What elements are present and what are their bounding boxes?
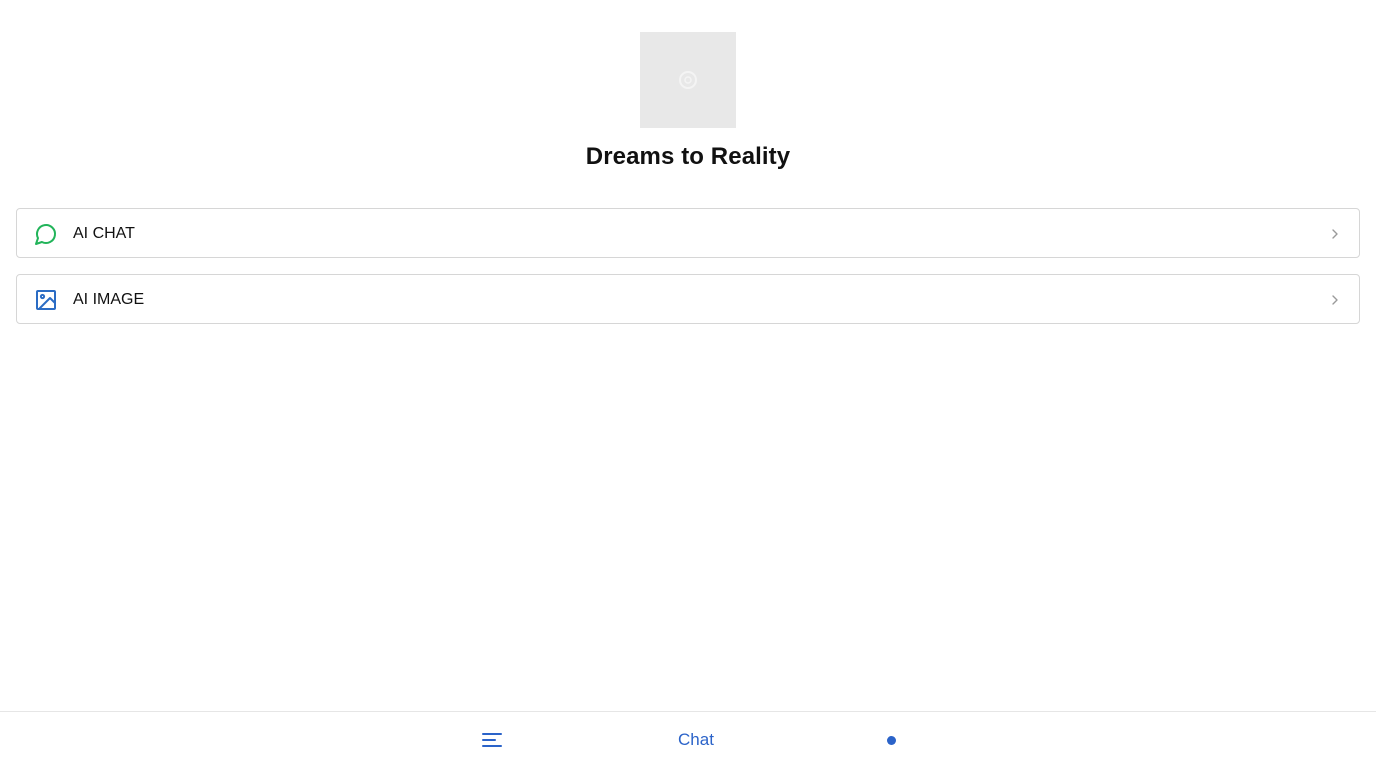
chevron-right-icon bbox=[1329, 226, 1341, 242]
app-title: Dreams to Reality bbox=[585, 143, 791, 170]
app-logo bbox=[640, 32, 736, 128]
chat-nav-button[interactable]: Chat bbox=[660, 730, 732, 750]
menu-item-ai-chat[interactable]: AI CHAT bbox=[16, 208, 1360, 258]
menu-item-label: AI IMAGE bbox=[73, 291, 145, 308]
chevron-right-icon bbox=[1329, 292, 1341, 308]
image-icon bbox=[34, 288, 58, 312]
bottom-navigation-bar: Chat bbox=[0, 711, 1376, 768]
menu-item-label: AI CHAT bbox=[73, 225, 135, 242]
status-dot-icon[interactable] bbox=[887, 736, 896, 745]
app-page: Dreams to Reality AI CHAT AI IMAGE Chat bbox=[0, 0, 1376, 768]
menu-item-ai-image[interactable]: AI IMAGE bbox=[16, 274, 1360, 324]
loading-placeholder-icon bbox=[678, 70, 698, 90]
chat-bubble-icon bbox=[34, 222, 58, 246]
hamburger-menu-icon[interactable] bbox=[480, 730, 504, 750]
